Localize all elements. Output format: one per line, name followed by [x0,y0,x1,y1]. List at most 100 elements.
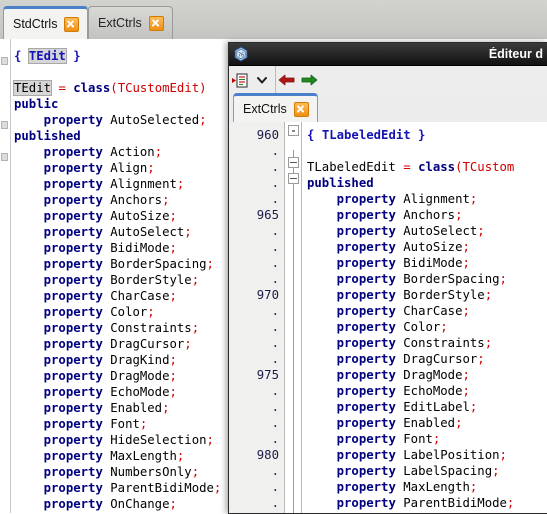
jump-to-implementation-icon[interactable] [229,69,251,91]
code-token: property [336,304,396,318]
fold-marker-expanded[interactable] [288,173,299,184]
code-token: } [65,49,81,63]
line-number: 975 [256,368,279,382]
code-token: property [336,272,396,286]
code-token: ; [462,240,470,254]
fold-marker[interactable] [1,153,8,161]
code-token: AutoSelected [102,113,200,127]
back-arrow-icon[interactable] [276,69,298,91]
fold-marker-collapsed[interactable] [288,125,299,136]
line-number-dot: . [271,144,279,158]
line-number-dot: . [271,464,279,478]
front-window-toolbar[interactable] [229,66,547,94]
back-code-text[interactable]: { TEdit } TEdit = class(TCustomEdit) publ… [12,48,221,512]
code-token: ; [147,305,155,319]
code-line: property Alignment; [14,176,221,192]
code-line: property HideSelection; [14,432,221,448]
code-token: property [336,400,396,414]
chevron-down-icon[interactable] [251,69,273,91]
code-token: ; [499,272,507,286]
tab-extctrls-label: ExtCtrls [98,16,142,30]
code-line: property BorderSpacing; [307,271,514,287]
code-token: Color [102,305,148,319]
code-line: property MaxLength; [307,479,514,495]
code-token: { [14,49,29,63]
fold-marker-expanded[interactable] [288,157,299,168]
code-token: MaxLength [395,480,470,494]
code-token: ( [455,160,463,174]
line-number: 970 [256,288,279,302]
line-number: 960 [256,128,279,142]
code-token: class [418,160,456,174]
code-token: property [43,225,103,239]
code-token: ; [139,417,148,431]
front-code-text[interactable]: { TLabeledEdit } TLabeledEdit = class(TC… [307,127,514,511]
code-token: ; [462,304,470,318]
code-token: ; [169,241,177,255]
code-token: published [307,176,374,190]
front-code-editor[interactable]: 960.... 965.... 970.... 975.... 980... { TLa… [229,122,547,513]
code-line: property Color; [307,319,514,335]
close-icon[interactable] [64,16,80,32]
code-line: property Action; [14,144,221,160]
forward-arrow-icon[interactable] [298,69,320,91]
back-fold-gutter[interactable] [0,39,11,513]
tab-stdctrls[interactable]: StdCtrls [3,6,89,39]
tab-extctrls[interactable]: ExtCtrls [88,6,173,39]
code-token: Alignment [395,192,470,206]
code-token: property [336,496,396,510]
front-fold-gutter[interactable] [286,122,302,513]
code-line: property AutoSelect; [307,223,514,239]
code-line: property BidiMode; [14,240,221,256]
code-token: property [43,385,103,399]
code-token: Align [102,161,148,175]
fold-marker[interactable] [1,121,8,129]
front-tab-extctrls[interactable]: ExtCtrls [233,93,318,122]
close-icon[interactable] [293,101,309,117]
code-line: property ParentBidiMode; [307,495,515,511]
code-token: property [43,161,103,175]
code-token: property [336,384,396,398]
code-line: property NumbersOnly; [14,464,221,480]
code-token: DragCursor [395,352,478,366]
code-token: property [43,177,103,191]
code-token: BorderStyle [395,288,485,302]
code-token: property [43,241,103,255]
code-token: = [403,160,411,174]
code-token: ; [191,273,200,287]
code-token: OnChange [102,497,170,511]
code-line: { TLabeledEdit } [307,127,514,143]
code-line: property EditLabel; [307,399,514,415]
code-token: ; [455,208,463,222]
close-icon[interactable] [148,15,164,31]
code-line: TEdit = class(TCustomEdit) [12,80,221,96]
code-token: Font [395,432,433,446]
code-token: EchoMode [102,385,170,399]
code-token: property [336,352,396,366]
code-token: property [336,416,396,430]
code-line: property Enabled; [14,400,221,416]
code-token: property [336,192,396,206]
fold-marker[interactable] [1,57,8,65]
code-token: ParentBidiMode [102,481,214,495]
source-editor-window[interactable]: 76 Éditeur d ExtCtrls 960 . . . . 965 . … [228,42,547,514]
code-token: property [43,113,103,127]
line-number-dot: . [271,320,279,334]
code-token: public [14,97,59,111]
front-window-titlebar[interactable]: 76 Éditeur d [229,43,547,66]
